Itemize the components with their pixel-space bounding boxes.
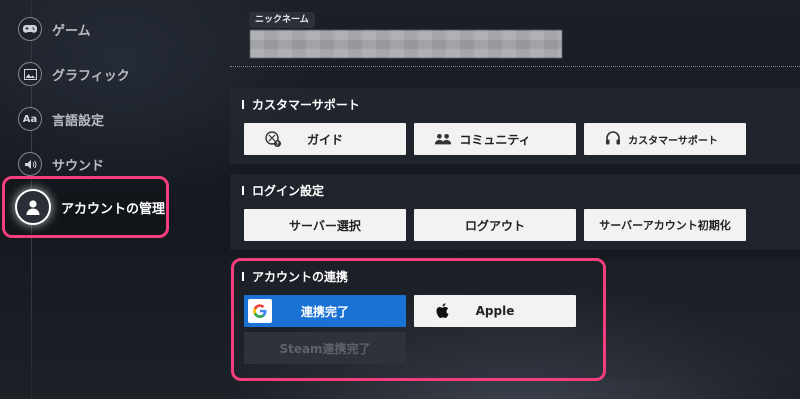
guide-button-label: ガイド [306,132,343,147]
title-marker [242,186,244,195]
guide-button[interactable]: ? ガイド [244,123,406,155]
customer-support-section: カスタマーサポート ? ガイド コミュニティ カスタマーサポート [230,88,800,164]
sidebar-item-label: サウンド [52,158,105,174]
steam-linked-button: Steam連携完了 [244,332,406,364]
section-title: カスタマーサポート [242,96,360,113]
login-settings-title: ログイン設定 [252,184,325,198]
guide-icon: ? [264,130,282,148]
sidebar-item-label: 言語設定 [52,113,105,129]
gamepad-icon [18,17,42,41]
speaker-icon [18,152,42,176]
sidebar-item-graphics[interactable]: グラフィック [18,60,130,88]
google-linked-label: 連携完了 [300,304,349,319]
dotted-divider [230,66,800,67]
headset-icon [604,130,622,148]
apple-link-label: Apple [475,304,515,318]
steam-linked-label: Steam連携完了 [279,341,371,356]
sidebar-item-label: グラフィック [52,68,130,84]
account-linking-section: アカウントの連携 連携完了 Apple Steam連携完了 [230,260,800,378]
customer-support-button[interactable]: カスタマーサポート [584,123,746,155]
sidebar-item-game[interactable]: ゲーム [18,15,91,43]
sidebar-item-label: アカウントの管理 [61,201,166,217]
customer-support-title: カスタマーサポート [252,98,360,112]
nickname-label: ニックネーム [249,12,315,28]
server-select-label: サーバー選択 [289,218,361,233]
svg-text:?: ? [276,142,279,148]
community-icon [434,130,452,148]
apple-icon [434,302,452,320]
logout-button[interactable]: ログアウト [414,209,576,241]
user-icon [15,189,51,225]
title-marker [242,100,244,109]
nickname-value-pixelated [250,30,562,58]
community-button-label: コミュニティ [459,132,531,147]
google-icon [248,299,272,323]
section-title: アカウントの連携 [242,268,348,285]
section-title: ログイン設定 [242,182,324,199]
language-icon: Aa [18,107,42,131]
google-linked-button[interactable]: 連携完了 [244,295,406,327]
login-settings-section: ログイン設定 サーバー選択 ログアウト サーバーアカウント初期化 [230,174,800,250]
sidebar-item-sound[interactable]: サウンド [18,150,104,178]
server-account-reset-button[interactable]: サーバーアカウント初期化 [584,209,746,241]
apple-link-button[interactable]: Apple [414,295,576,327]
sidebar-item-account-management[interactable]: アカウントの管理 [2,176,169,238]
server-account-reset-label: サーバーアカウント初期化 [599,219,731,232]
account-linking-title: アカウントの連携 [252,270,349,284]
logout-label: ログアウト [464,218,525,233]
image-icon [18,62,42,86]
sidebar-item-label: ゲーム [52,23,91,39]
title-marker [242,272,244,281]
customer-support-button-label: カスタマーサポート [628,135,718,147]
community-button[interactable]: コミュニティ [414,123,576,155]
server-select-button[interactable]: サーバー選択 [244,209,406,241]
sidebar-item-language[interactable]: Aa 言語設定 [18,105,104,133]
